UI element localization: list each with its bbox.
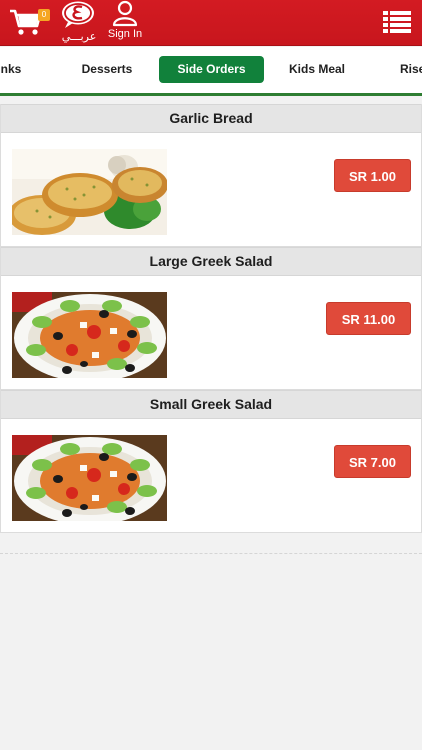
- cart-button[interactable]: 0: [8, 6, 50, 38]
- language-switch-button[interactable]: عربـــي: [56, 0, 102, 44]
- menu-button[interactable]: [383, 10, 411, 34]
- top-header: 0 عربـــي Sign In: [0, 0, 422, 46]
- tab-side-orders[interactable]: Side Orders: [159, 56, 264, 83]
- sign-in-label: Sign In: [107, 28, 143, 40]
- tab-kids-meal[interactable]: Kids Meal: [282, 56, 352, 83]
- user-icon: [112, 0, 138, 27]
- garlic-bread-image[interactable]: [12, 149, 167, 235]
- cart-count-badge: 0: [38, 9, 50, 21]
- tabs-underline: [0, 93, 422, 96]
- price-add-button[interactable]: SR 11.00: [326, 302, 411, 335]
- product-card: Garlic Bread SR 1.00: [0, 104, 422, 247]
- tab-rise[interactable]: Rise: [400, 56, 422, 83]
- product-list: Garlic Bread SR 1.00 Large Greek Salad S…: [0, 104, 422, 554]
- language-logo-icon: [62, 1, 94, 28]
- small-greek-salad-image[interactable]: [12, 435, 167, 521]
- product-card: Small Greek Salad SR 7.00: [0, 390, 422, 533]
- product-title: Large Greek Salad: [1, 247, 421, 276]
- large-greek-salad-image[interactable]: [12, 292, 167, 378]
- tab-desserts[interactable]: Desserts: [74, 56, 140, 83]
- menu-list-icon: [383, 11, 411, 33]
- product-title: Small Greek Salad: [1, 390, 421, 419]
- sign-in-button[interactable]: Sign In: [104, 0, 146, 44]
- price-add-button[interactable]: SR 1.00: [334, 159, 411, 192]
- product-card: Large Greek Salad SR 11.00: [0, 247, 422, 390]
- category-tabs: nks Desserts Side Orders Kids Meal Rise: [0, 47, 422, 93]
- language-label: عربـــي: [61, 31, 97, 43]
- tab-drinks[interactable]: nks: [0, 56, 24, 83]
- price-add-button[interactable]: SR 7.00: [334, 445, 411, 478]
- product-title: Garlic Bread: [1, 104, 421, 133]
- list-divider: [0, 553, 422, 554]
